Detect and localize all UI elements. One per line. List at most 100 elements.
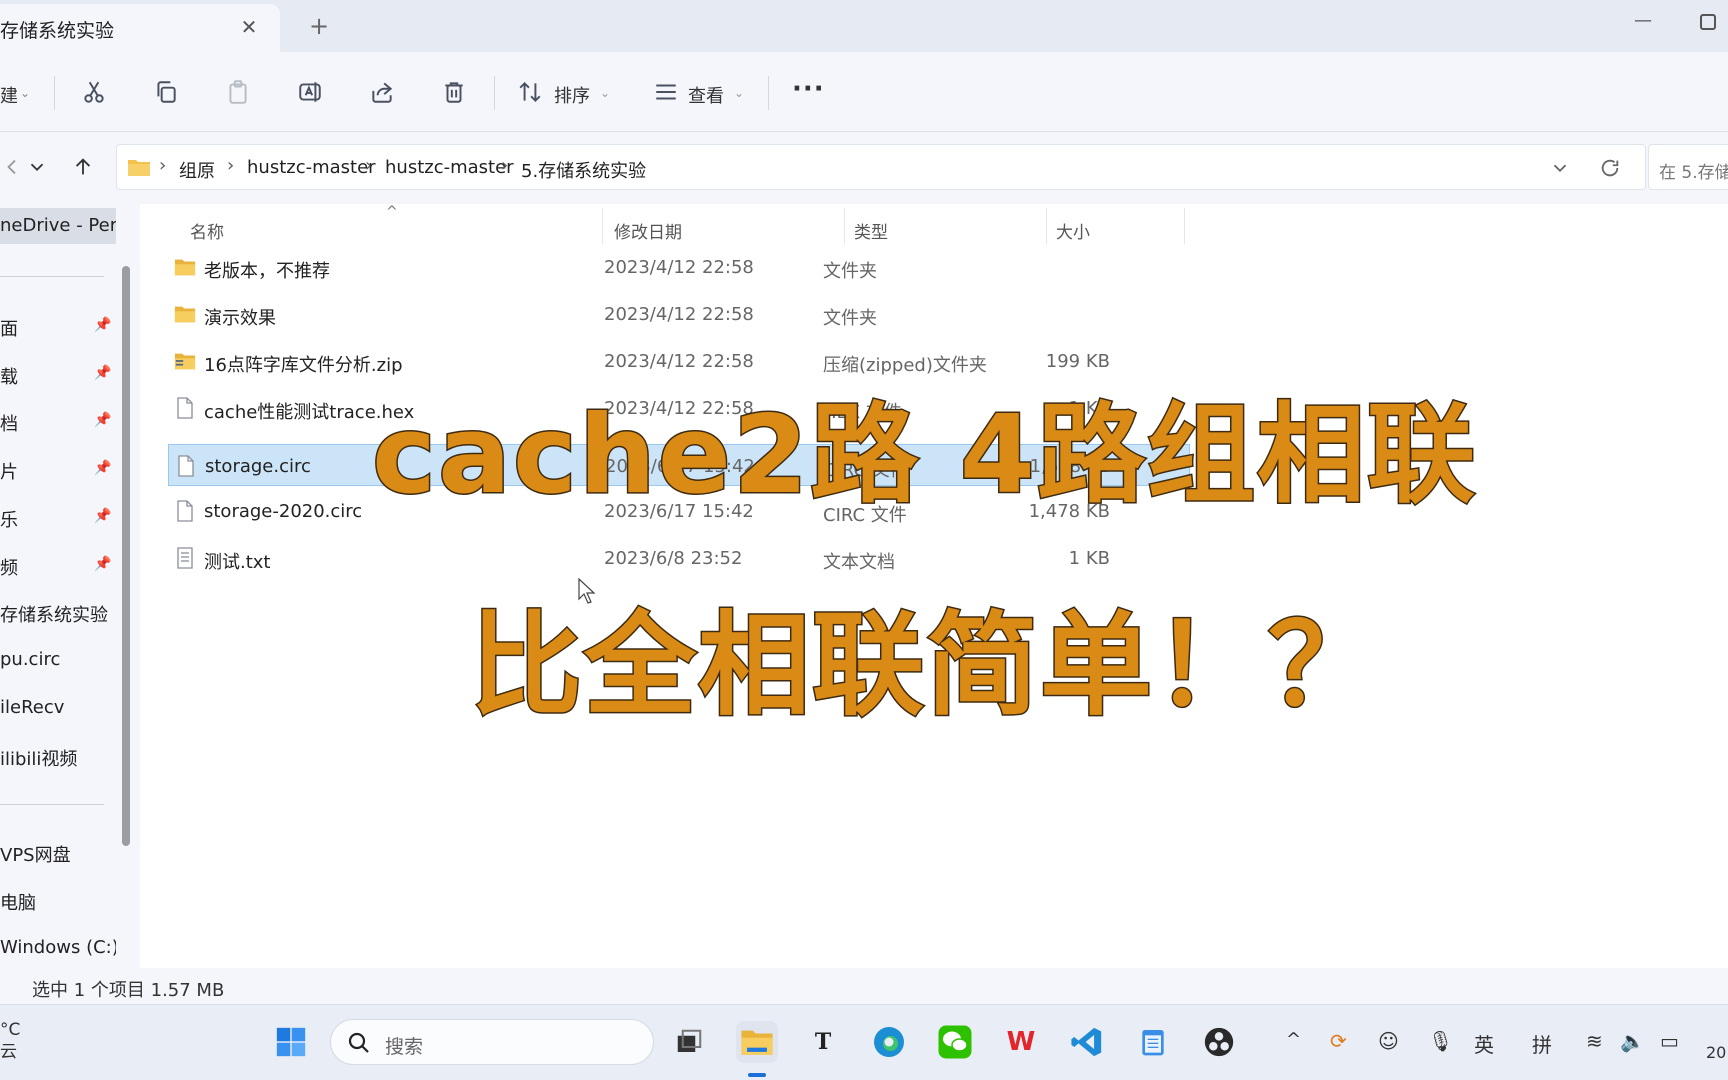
sidebar-scrollbar[interactable]: [122, 266, 130, 846]
rename-icon[interactable]: [292, 74, 328, 110]
show-hidden-icons-icon[interactable]: ^: [1286, 1029, 1301, 1050]
search-placeholder: 在 5.存储: [1659, 163, 1728, 183]
view-dropdown-icon[interactable]: ⌄: [734, 86, 744, 100]
column-divider[interactable]: [1184, 208, 1185, 244]
file-row[interactable]: 老版本，不推荐 2023/4/12 22:58 文件夹: [168, 246, 1190, 288]
view-button[interactable]: 查看: [688, 82, 724, 108]
file-row[interactable]: 演示效果 2023/4/12 22:58 文件夹: [168, 293, 1190, 335]
paste-icon[interactable]: [220, 74, 256, 110]
sidebar-item-desktop[interactable]: 面 📌: [0, 308, 116, 344]
column-header-date[interactable]: 修改日期: [614, 218, 682, 243]
column-header-type[interactable]: 类型: [854, 218, 888, 243]
wechat-icon[interactable]: [934, 1021, 976, 1063]
edge-browser-icon[interactable]: [868, 1021, 910, 1063]
sidebar-item-storage-experiment[interactable]: 存储系统实验: [0, 594, 116, 630]
up-icon[interactable]: [68, 152, 98, 182]
address-dropdown-icon[interactable]: [1545, 153, 1575, 183]
qq-icon[interactable]: ☺: [1378, 1029, 1399, 1053]
selection-status: 选中 1 个项目 1.57 MB: [32, 980, 225, 1001]
file-row[interactable]: 测试.txt 2023/6/8 23:52 文本文档 1 KB: [168, 537, 1190, 579]
obs-studio-icon[interactable]: [1198, 1021, 1240, 1063]
address-bar[interactable]: › 组原 › hustzc-master › hustzc-master › 5…: [116, 144, 1646, 190]
breadcrumb-item[interactable]: 组原: [179, 157, 215, 183]
title-bar: 存储系统实验 ✕ + —: [0, 0, 1728, 52]
input-method[interactable]: 拼: [1532, 1029, 1552, 1058]
column-divider[interactable]: [602, 208, 603, 244]
sidebar-item-bilibili-videos[interactable]: ilibili视频: [0, 738, 116, 774]
delete-icon[interactable]: [436, 74, 472, 110]
sync-icon[interactable]: ⟳: [1330, 1029, 1347, 1053]
search-input[interactable]: 在 5.存储: [1648, 144, 1728, 190]
recent-locations-icon[interactable]: [22, 152, 52, 182]
sidebar-item-drive-c[interactable]: Windows (C:): [0, 930, 116, 966]
sidebar-item-this-pc[interactable]: 电脑: [0, 882, 116, 918]
typora-icon[interactable]: T: [802, 1021, 844, 1063]
sidebar-item-documents[interactable]: 档 📌: [0, 403, 116, 439]
refresh-icon[interactable]: [1595, 153, 1625, 183]
pin-icon: 📌: [94, 412, 112, 428]
wps-office-icon[interactable]: W: [1000, 1021, 1042, 1063]
new-dropdown-icon[interactable]: ⌄: [20, 86, 30, 100]
maximize-button[interactable]: [1700, 14, 1716, 30]
breadcrumb-item[interactable]: 5.存储系统实验: [521, 157, 646, 183]
taskbar-search[interactable]: 搜索: [330, 1019, 654, 1065]
share-icon[interactable]: [364, 74, 400, 110]
sidebar-item-filerecv[interactable]: ileRecv: [0, 690, 116, 726]
tab-current[interactable]: 存储系统实验 ✕: [0, 4, 280, 52]
column-divider[interactable]: [1046, 208, 1047, 244]
more-options-button[interactable]: ···: [792, 74, 825, 104]
file-explorer-icon[interactable]: [736, 1021, 778, 1063]
view-icon[interactable]: [648, 74, 684, 110]
breadcrumb-separator: ›: [365, 155, 373, 176]
sidebar-item-cpu-circ[interactable]: pu.circ: [0, 642, 116, 678]
file-name: 演示效果: [204, 308, 276, 329]
column-header-size[interactable]: 大小: [1056, 218, 1090, 243]
wifi-icon[interactable]: ≋: [1586, 1029, 1603, 1053]
column-divider[interactable]: [844, 208, 845, 244]
weather-widget[interactable]: °C 云: [0, 1019, 20, 1063]
file-icon: [177, 500, 193, 522]
command-bar: 建 ⌄ 排序 ⌄ 查看 ⌄ ···: [0, 52, 1728, 132]
input-language[interactable]: 英: [1474, 1029, 1494, 1058]
task-view-icon[interactable]: [668, 1021, 710, 1063]
sidebar-item-wps-drive[interactable]: VPS网盘: [0, 834, 116, 870]
battery-icon[interactable]: ▭: [1660, 1029, 1679, 1053]
new-tab-button[interactable]: +: [304, 12, 334, 42]
file-name: storage-2020.circ: [204, 501, 363, 522]
column-header-name[interactable]: 名称: [190, 218, 224, 243]
clock[interactable]: 20: [1706, 1043, 1726, 1062]
notepad-icon[interactable]: [1132, 1021, 1174, 1063]
sort-dropdown-icon[interactable]: ⌄: [600, 86, 610, 100]
sidebar-item-music[interactable]: 乐 📌: [0, 499, 116, 535]
cut-icon[interactable]: [76, 74, 112, 110]
navigation-pane: neDrive - Per 面 📌 载 📌 档 📌 片 📌 乐 📌 频 📌 存储系统实验 p…: [0, 204, 140, 968]
toolbar-divider: [768, 76, 769, 110]
new-button[interactable]: 建: [0, 82, 18, 108]
minimize-button[interactable]: —: [1628, 10, 1658, 38]
folder-icon: [174, 259, 196, 276]
sidebar-item-videos[interactable]: 频 📌: [0, 547, 116, 583]
file-icon: [177, 397, 193, 419]
zip-folder-icon: [174, 353, 196, 370]
toolbar-divider: [54, 76, 55, 110]
sidebar-item-downloads[interactable]: 载 📌: [0, 356, 116, 392]
microphone-icon[interactable]: 🎙: [1428, 1029, 1453, 1053]
copy-icon[interactable]: [148, 74, 184, 110]
status-bar: 选中 1 个项目 1.57 MB: [0, 968, 1728, 1004]
breadcrumb-item[interactable]: hustzc-master: [385, 157, 514, 178]
sort-icon[interactable]: [512, 74, 548, 110]
vscode-icon[interactable]: [1066, 1021, 1108, 1063]
tab-close-button[interactable]: ✕: [236, 14, 262, 40]
breadcrumb-item[interactable]: hustzc-master: [247, 157, 376, 178]
folder-icon: [128, 160, 150, 176]
file-name: storage.circ: [205, 456, 311, 477]
file-name: 测试.txt: [204, 552, 271, 573]
sidebar-item-onedrive[interactable]: neDrive - Per: [0, 208, 116, 244]
sidebar-item-pictures[interactable]: 片 📌: [0, 451, 116, 487]
pin-icon: 📌: [94, 556, 112, 572]
sort-button[interactable]: 排序: [554, 82, 590, 108]
taskbar: °C 云 搜索 T W ^ ⟳ ☺ 🎙 英 拼 ≋ 🔈 ▭ 20: [0, 1004, 1728, 1080]
start-icon[interactable]: [270, 1021, 312, 1063]
volume-icon[interactable]: 🔈: [1620, 1029, 1645, 1053]
file-date: 2023/4/12 22:58: [604, 257, 754, 278]
